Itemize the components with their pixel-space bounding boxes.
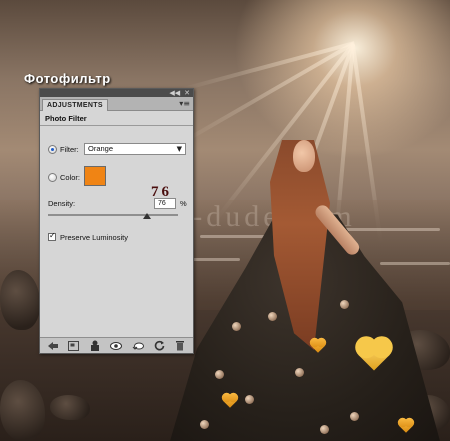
rock (0, 380, 45, 441)
dress-bead (295, 368, 304, 377)
density-callout: 76 (151, 184, 172, 200)
dress-bead (320, 425, 329, 434)
dress-bead (245, 395, 254, 404)
divider (40, 125, 193, 126)
photo-canvas: www.psd-dude.com Фотофильтр ◀◀ ✕ ADJUSTM… (0, 0, 450, 441)
panel-title: Photo Filter (45, 114, 87, 123)
density-slider-track[interactable] (48, 214, 178, 216)
back-icon[interactable] (47, 340, 59, 352)
dress-bead (200, 420, 209, 429)
visibility-icon[interactable] (110, 340, 123, 352)
face (293, 140, 315, 172)
dress-bead (268, 312, 277, 321)
density-slider-thumb[interactable] (142, 213, 151, 219)
wave (380, 262, 450, 265)
panel-menu-icon[interactable]: ▾≡ (179, 99, 190, 108)
color-label: Color: (60, 173, 81, 182)
preserve-luminosity-checkbox[interactable]: ✓ (48, 231, 56, 241)
filter-label: Filter: (60, 145, 79, 154)
dress-bead (215, 370, 224, 379)
dropdown-arrow-icon: ▼ (176, 145, 182, 153)
preserve-luminosity-label: Preserve Luminosity (60, 233, 128, 242)
expand-icon[interactable] (68, 340, 80, 352)
density-unit: % (180, 199, 187, 208)
checkmark-icon: ✓ (49, 231, 56, 240)
view-previous-icon[interactable] (132, 340, 144, 352)
color-swatch[interactable] (84, 166, 106, 186)
density-label: Density: (48, 199, 76, 208)
dress-bead (232, 322, 241, 331)
close-icon[interactable]: ✕ (184, 89, 190, 97)
dress-bead (350, 412, 359, 421)
color-radio[interactable] (48, 173, 57, 182)
clip-layer-icon[interactable] (89, 340, 101, 352)
reset-icon[interactable] (153, 340, 165, 352)
tab-row: ADJUSTMENTS ▾≡ (40, 97, 193, 111)
panel-bottom-toolbar (40, 337, 193, 353)
filter-radio[interactable] (48, 145, 57, 154)
tab-adjustments[interactable]: ADJUSTMENTS (42, 99, 108, 111)
rock (50, 395, 90, 420)
dress-bead (340, 300, 349, 309)
sun-ray (180, 41, 355, 92)
delete-icon[interactable] (174, 340, 186, 352)
filter-select[interactable]: Orange ▼ (84, 143, 186, 155)
sun-ray (179, 41, 355, 145)
panel-topbar[interactable]: ◀◀ ✕ (40, 89, 193, 97)
filter-select-value: Orange (88, 144, 114, 153)
caption-title: Фотофильтр (24, 71, 111, 86)
collapse-icon[interactable]: ◀◀ (169, 89, 180, 97)
adjustments-panel: ◀◀ ✕ ADJUSTMENTS ▾≡ Photo Filter Filter:… (39, 88, 194, 354)
